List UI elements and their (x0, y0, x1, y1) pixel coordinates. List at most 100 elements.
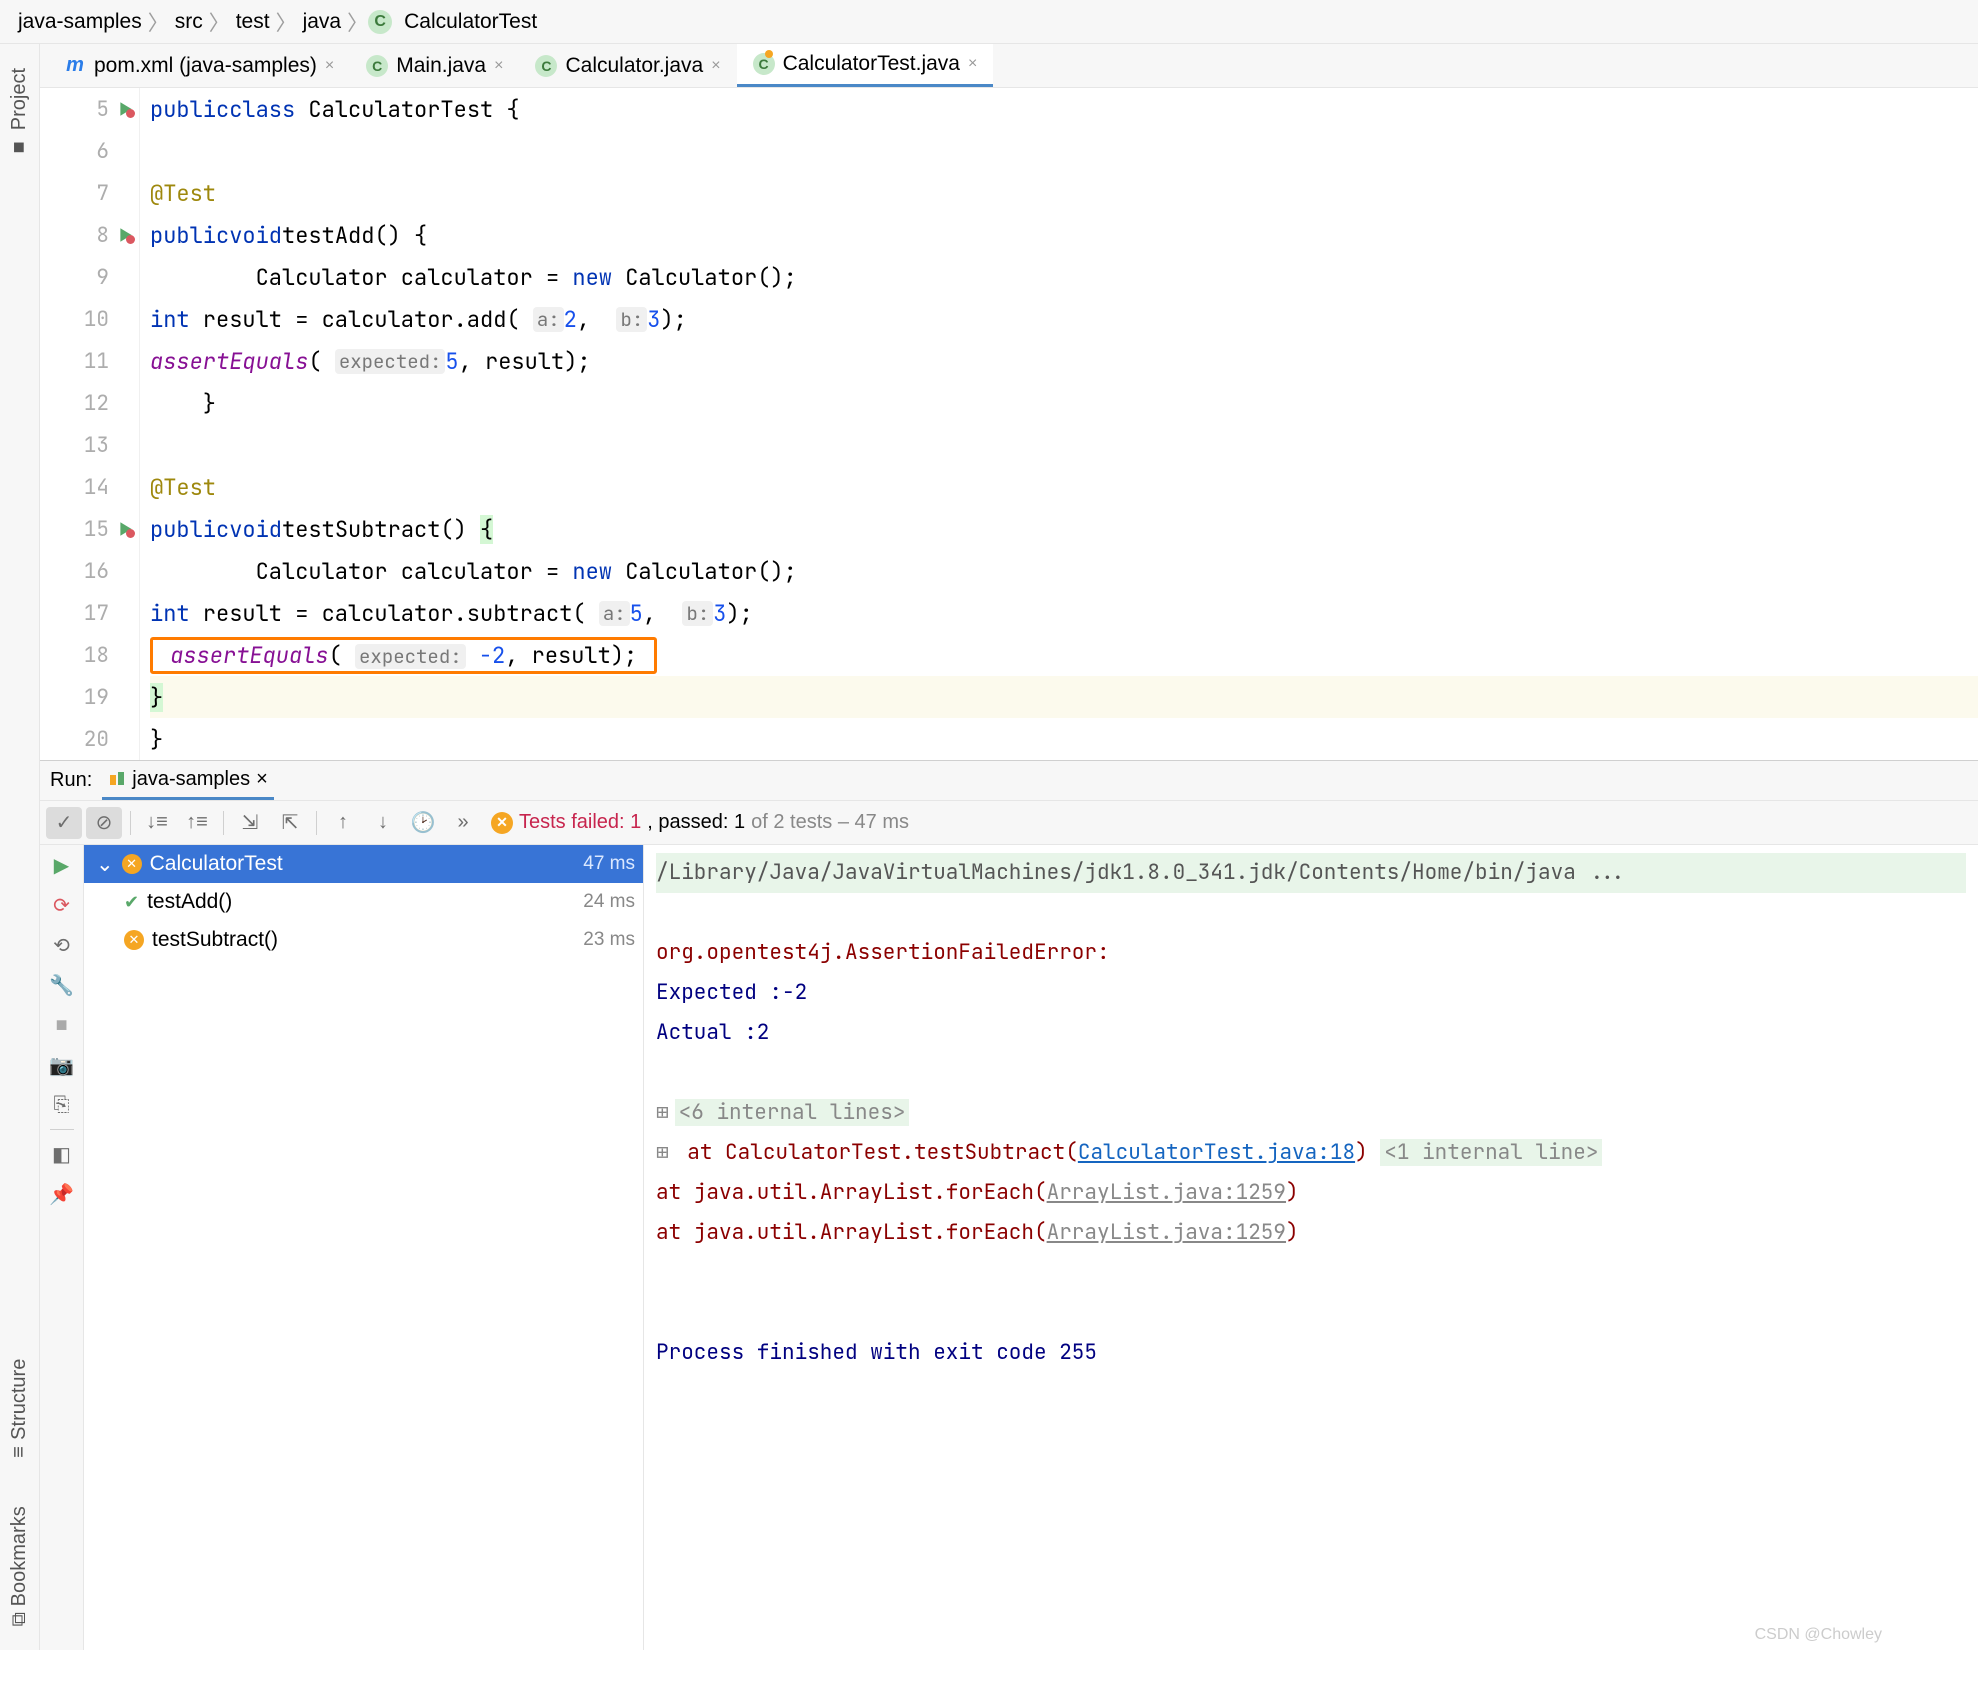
console-error: org.opentest4j.AssertionFailedError: (656, 933, 1966, 973)
stack-link[interactable]: CalculatorTest.java:18 (1078, 1139, 1355, 1166)
crumb[interactable]: CalculatorTest (398, 10, 543, 34)
crumb[interactable]: java-samples (12, 10, 148, 34)
collapse-all-button[interactable]: ⇱ (272, 807, 308, 839)
close-tab-icon[interactable]: × (494, 57, 503, 75)
dump-button[interactable]: 📷 (44, 1049, 80, 1081)
code-line[interactable] (150, 424, 1978, 466)
run-gutter-icon[interactable] (117, 100, 135, 118)
test-time: 47 ms (583, 853, 635, 875)
code-line[interactable]: @Test (150, 172, 1978, 214)
console-command: /Library/Java/JavaVirtualMachines/jdk1.8… (656, 853, 1966, 893)
editor-tab[interactable]: C Calculator.java × (519, 44, 736, 87)
code-area[interactable]: public class CalculatorTest { @Test publ… (140, 88, 1978, 760)
run-toolbar: ✓ ⊘ ↓≡ ↑≡ ⇲ ⇱ ↑ ↓ 🕑 » ✕ Tests failed: 1,… (40, 801, 1978, 845)
tab-label: CalculatorTest.java (783, 52, 960, 76)
java-class-icon: C (366, 55, 388, 77)
test-console[interactable]: /Library/Java/JavaVirtualMachines/jdk1.8… (644, 845, 1978, 1650)
code-line[interactable]: } (150, 676, 1978, 718)
stack-link[interactable]: ArrayList.java:1259 (1047, 1219, 1286, 1246)
expand-fold-icon[interactable]: ⊞ (656, 1139, 669, 1166)
console-exit: Process finished with exit code 255 (656, 1333, 1966, 1373)
rerun-button[interactable]: ▶ (44, 849, 80, 881)
show-ignored-toggle[interactable]: ⊘ (86, 807, 122, 839)
run-gutter-icon[interactable] (117, 520, 135, 538)
run-config-icon (108, 770, 126, 788)
run-config-tab[interactable]: java-samples × (102, 761, 274, 800)
show-passed-toggle[interactable]: ✓ (46, 807, 82, 839)
code-line[interactable]: int result = calculator.add( a: 2, b: 3)… (150, 298, 1978, 340)
editor-tab[interactable]: mpom.xml (java-samples)× (48, 44, 350, 87)
code-line[interactable] (150, 130, 1978, 172)
sort-button-2[interactable]: ↑≡ (179, 807, 215, 839)
test-tree-row[interactable]: ✔testAdd()24 ms (84, 883, 643, 921)
next-button[interactable]: ↓ (365, 807, 401, 839)
tab-label: Calculator.java (565, 54, 703, 78)
rerun-failed-button[interactable]: ⟳ (44, 889, 80, 921)
test-pass-icon: ✔ (124, 892, 139, 913)
code-line[interactable]: public void testAdd() { (150, 214, 1978, 256)
run-tool-window: Run: java-samples × ✓ ⊘ ↓≡ ↑≡ ⇲ ⇱ ↑ ↓ 🕑 … (40, 760, 1978, 1650)
structure-tool-button[interactable]: ≡Structure (8, 1359, 31, 1458)
prev-button[interactable]: ↑ (325, 807, 361, 839)
close-icon[interactable]: × (256, 768, 268, 791)
watermark: CSDN @Chowley (1755, 1626, 1882, 1644)
bookmarks-tool-button[interactable]: ⧉Bookmarks (8, 1506, 31, 1626)
code-editor[interactable]: 567891011121314151617181920 public class… (40, 88, 1978, 760)
tab-label: Main.java (396, 54, 486, 78)
left-tool-strip: ■Project ≡Structure ⧉Bookmarks (0, 44, 40, 1650)
breadcrumb: java-samples 〉 src 〉 test 〉 java 〉 C Cal… (0, 0, 1978, 44)
more-button[interactable]: » (445, 807, 481, 839)
chevron-down-icon[interactable]: ⌄ (96, 852, 114, 877)
console-line: Actual :2 (656, 1013, 1966, 1053)
code-line[interactable]: Calculator calculator = new Calculator()… (150, 550, 1978, 592)
editor-tab[interactable]: C Main.java × (350, 44, 519, 87)
test-fail-icon: ✕ (122, 854, 142, 874)
crumb[interactable]: src (169, 10, 209, 34)
test-name: CalculatorTest (150, 852, 283, 876)
test-fail-icon: ✕ (124, 930, 144, 950)
history-button[interactable]: 🕑 (405, 807, 441, 839)
folded-lines[interactable]: <1 internal line> (1380, 1139, 1602, 1166)
code-line[interactable]: int result = calculator.subtract( a: 5, … (150, 592, 1978, 634)
settings-button[interactable]: 🔧 (44, 969, 80, 1001)
stop-button[interactable]: ■ (44, 1009, 80, 1041)
pin-button[interactable]: 📌 (44, 1178, 80, 1210)
code-line[interactable]: assertEquals( expected: -2, result); (150, 634, 1978, 676)
console-line: Expected :-2 (656, 973, 1966, 1013)
folded-lines[interactable]: <6 internal lines> (675, 1099, 910, 1126)
code-line[interactable]: Calculator calculator = new Calculator()… (150, 256, 1978, 298)
close-tab-icon[interactable]: × (711, 57, 720, 75)
layout-button[interactable]: ◧ (44, 1138, 80, 1170)
editor-tab[interactable]: CCalculatorTest.java× (737, 44, 994, 87)
exit-button[interactable]: ⎘ (44, 1089, 80, 1121)
tab-label: pom.xml (java-samples) (94, 54, 317, 78)
java-class-icon: C (535, 55, 557, 77)
code-line[interactable]: public void testSubtract() { (150, 508, 1978, 550)
project-tool-button[interactable]: ■Project (8, 68, 31, 158)
crumb[interactable]: java (297, 10, 348, 34)
test-tree-row[interactable]: ⌄ ✕ CalculatorTest 47 ms (84, 845, 643, 883)
run-gutter-icon[interactable] (117, 226, 135, 244)
sort-button[interactable]: ↓≡ (139, 807, 175, 839)
stack-link[interactable]: ArrayList.java:1259 (1047, 1179, 1286, 1206)
warning-icon: ✕ (491, 812, 513, 834)
close-tab-icon[interactable]: × (325, 57, 334, 75)
code-line[interactable]: assertEquals( expected: 5, result); (150, 340, 1978, 382)
expand-fold-icon[interactable]: ⊞ (656, 1099, 669, 1126)
code-line[interactable]: @Test (150, 466, 1978, 508)
test-tree[interactable]: ⌄ ✕ CalculatorTest 47 ms ✔testAdd()24 ms✕tes… (84, 845, 644, 1650)
class-icon: C (368, 10, 392, 34)
modified-indicator-icon (765, 50, 773, 58)
test-tree-row[interactable]: ✕testSubtract()23 ms (84, 921, 643, 959)
code-line[interactable]: } (150, 382, 1978, 424)
editor-gutter: 567891011121314151617181920 (40, 88, 140, 760)
toggle-auto-button[interactable]: ⟲ (44, 929, 80, 961)
test-status-summary: ✕ Tests failed: 1, passed: 1 of 2 tests … (491, 811, 909, 834)
code-line[interactable]: } (150, 718, 1978, 760)
crumb[interactable]: test (230, 10, 276, 34)
code-line[interactable]: public class CalculatorTest { (150, 88, 1978, 130)
run-side-toolbar: ▶ ⟳ ⟲ 🔧 ■ 📷 ⎘ ◧ 📌 (40, 845, 84, 1650)
close-tab-icon[interactable]: × (968, 55, 977, 73)
expand-all-button[interactable]: ⇲ (232, 807, 268, 839)
run-panel-header: Run: java-samples × (40, 761, 1978, 801)
